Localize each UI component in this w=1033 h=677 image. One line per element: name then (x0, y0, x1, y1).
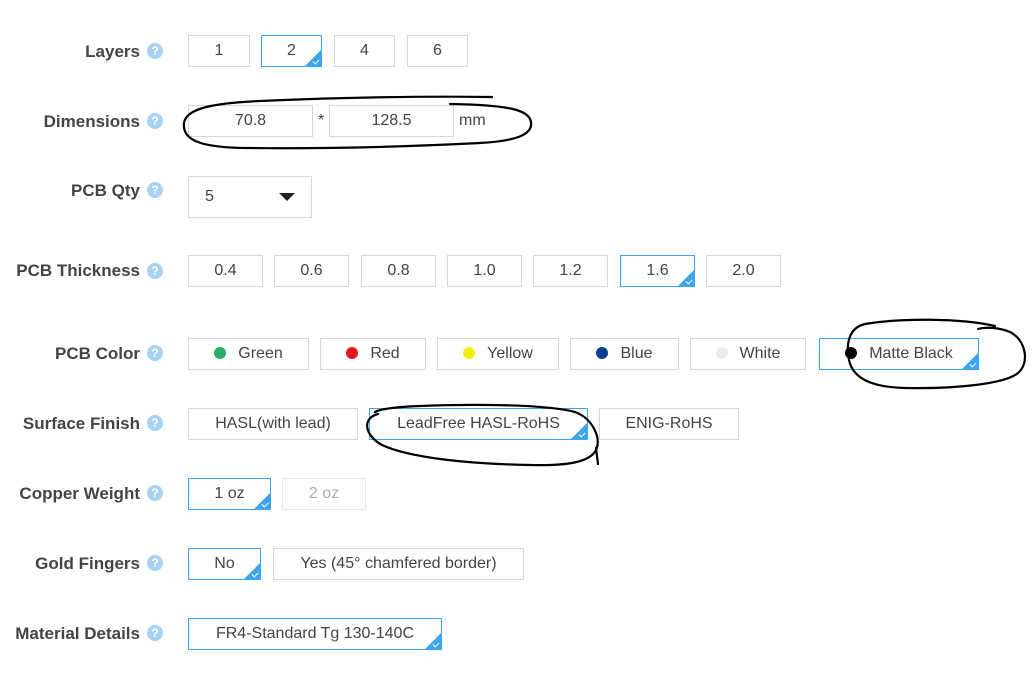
layers-option-6[interactable]: 6 (407, 35, 468, 67)
layers-option-2[interactable]: 2 (261, 35, 322, 67)
checkmark-icon (424, 632, 442, 650)
pcb-qty-value: 5 (205, 188, 214, 205)
layers-option-4[interactable]: 4 (334, 35, 395, 67)
color-option-red[interactable]: Red (320, 338, 426, 370)
color-option-label: Yellow (487, 345, 533, 362)
gold-fingers-option-label: No (214, 555, 235, 572)
layers-option-1[interactable]: 1 (188, 35, 250, 67)
gold-fingers-option-yes[interactable]: Yes (45° chamfered border) (273, 548, 524, 580)
white-swatch-icon (715, 347, 728, 359)
thickness-option-1.0[interactable]: 1.0 (447, 255, 522, 287)
checkmark-icon (243, 562, 261, 580)
pcb-qty-row: PCB Qty ? 5 (0, 176, 1033, 218)
dimensions-row: Dimensions ? 70.8 * 128.5 mm (0, 105, 1033, 139)
color-option-label: White (739, 345, 781, 362)
width-input[interactable]: 70.8 (188, 105, 313, 137)
unit-label: mm (459, 112, 486, 129)
layers-row: Layers ? 1 2 4 6 (0, 35, 1033, 69)
help-icon[interactable]: ? (147, 263, 163, 279)
checkmark-icon (570, 422, 588, 440)
color-option-matte-black[interactable]: Matte Black (819, 338, 979, 370)
help-icon[interactable]: ? (147, 625, 163, 641)
material-details-label: Material Details (15, 624, 140, 643)
copper-weight-label: Copper Weight (19, 484, 140, 503)
color-option-label: Blue (620, 345, 653, 362)
finish-option-leadfree-hasl[interactable]: LeadFree HASL-RoHS (369, 408, 588, 440)
help-icon[interactable]: ? (147, 113, 163, 129)
caret-down-icon (279, 193, 295, 201)
pcb-color-row: PCB Color ? Green Red Yellow Blue White … (0, 338, 1033, 370)
surface-finish-row: Surface Finish ? HASL(with lead) LeadFre… (0, 408, 1033, 440)
thickness-option-0.8[interactable]: 0.8 (361, 255, 436, 287)
checkmark-icon (253, 492, 271, 510)
help-icon[interactable]: ? (147, 555, 163, 571)
help-icon[interactable]: ? (147, 345, 163, 361)
checkmark-icon (304, 49, 322, 67)
thickness-option-2.0[interactable]: 2.0 (706, 255, 781, 287)
color-option-white[interactable]: White (690, 338, 806, 370)
help-icon[interactable]: ? (147, 182, 163, 198)
thickness-option-1.2[interactable]: 1.2 (533, 255, 608, 287)
help-icon[interactable]: ? (147, 415, 163, 431)
gold-fingers-row: Gold Fingers ? No Yes (45° chamfered bor… (0, 548, 1033, 580)
thickness-option-0.6[interactable]: 0.6 (274, 255, 349, 287)
thickness-option-label: 1.6 (646, 262, 669, 279)
finish-option-enig[interactable]: ENIG-RoHS (599, 408, 739, 440)
material-details-row: Material Details ? FR4-Standard Tg 130-1… (0, 618, 1033, 650)
color-option-yellow[interactable]: Yellow (437, 338, 559, 370)
thickness-option-1.6[interactable]: 1.6 (620, 255, 695, 287)
finish-option-label: LeadFree HASL-RoHS (397, 415, 560, 432)
copper-option-1oz[interactable]: 1 oz (188, 478, 271, 510)
copper-weight-row: Copper Weight ? 1 oz 2 oz (0, 478, 1033, 510)
color-option-label: Green (238, 345, 283, 362)
color-option-label: Matte Black (869, 345, 953, 362)
pcb-thickness-label: PCB Thickness (16, 261, 140, 280)
material-option-label: FR4-Standard Tg 130-140C (215, 625, 415, 642)
pcb-color-label: PCB Color (55, 344, 140, 363)
help-icon[interactable]: ? (147, 485, 163, 501)
checkmark-icon (961, 352, 979, 370)
finish-option-hasl[interactable]: HASL(with lead) (188, 408, 358, 440)
color-option-green[interactable]: Green (188, 338, 309, 370)
height-input[interactable]: 128.5 (329, 105, 454, 137)
surface-finish-label: Surface Finish (22, 414, 140, 433)
color-option-blue[interactable]: Blue (570, 338, 679, 370)
pcb-thickness-row: PCB Thickness ? 0.4 0.6 0.8 1.0 1.2 1.6 … (0, 255, 1033, 289)
gold-fingers-label: Gold Fingers (35, 554, 140, 573)
layers-label: Layers (85, 42, 140, 61)
copper-option-label: 1 oz (214, 485, 245, 502)
copper-option-2oz: 2 oz (282, 478, 366, 510)
black-swatch-icon (845, 347, 858, 359)
dimension-separator: * (318, 112, 325, 129)
blue-swatch-icon (596, 347, 609, 359)
checkmark-icon (677, 269, 695, 287)
layers-option-label: 2 (287, 42, 296, 59)
color-option-label: Red (370, 345, 400, 362)
dimensions-label: Dimensions (43, 112, 140, 131)
help-icon[interactable]: ? (147, 43, 163, 59)
yellow-swatch-icon (463, 347, 476, 359)
red-swatch-icon (346, 347, 359, 359)
green-swatch-icon (214, 347, 227, 359)
thickness-option-0.4[interactable]: 0.4 (188, 255, 263, 287)
gold-fingers-option-no[interactable]: No (188, 548, 261, 580)
material-option-fr4[interactable]: FR4-Standard Tg 130-140C (188, 618, 442, 650)
pcb-qty-label: PCB Qty (71, 181, 140, 200)
pcb-qty-select[interactable]: 5 (188, 176, 312, 218)
